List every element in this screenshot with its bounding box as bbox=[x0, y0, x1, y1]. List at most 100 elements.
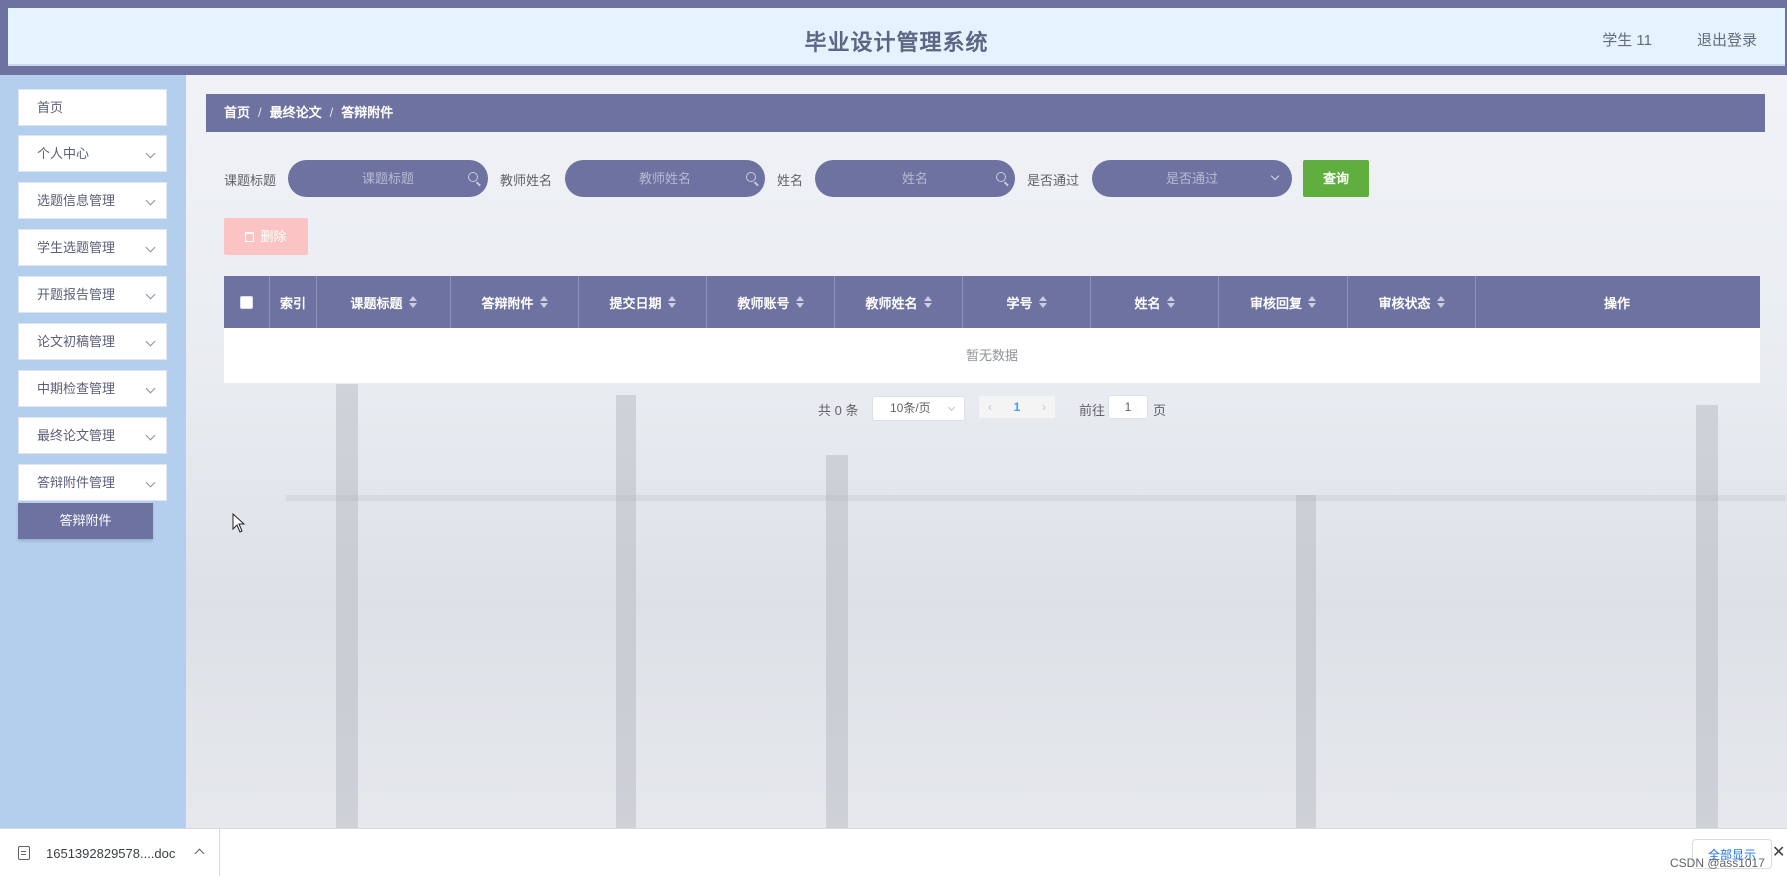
chevron-down-icon bbox=[145, 195, 156, 206]
student-name-label: 姓名 bbox=[777, 173, 804, 188]
column-header-teacher-account[interactable]: 教师账号 bbox=[707, 276, 835, 328]
student-name-input[interactable] bbox=[815, 160, 1015, 197]
sidebar-item-final-thesis[interactable]: 最终论文管理 bbox=[18, 417, 167, 454]
background-post bbox=[826, 455, 848, 828]
sidebar-item-home[interactable]: 首页 bbox=[18, 89, 167, 126]
chevron-down-icon bbox=[145, 148, 156, 159]
column-header-name[interactable]: 姓名 bbox=[1091, 276, 1219, 328]
passed-select[interactable]: 是否通过 bbox=[1092, 160, 1292, 197]
sidebar-item-proposal[interactable]: 开题报告管理 bbox=[18, 276, 167, 313]
chevron-up-icon[interactable] bbox=[194, 848, 205, 859]
download-file-name: 1651392829578....doc bbox=[46, 846, 176, 861]
close-icon[interactable]: ✕ bbox=[1772, 842, 1785, 862]
topic-title-label: 课题标题 bbox=[224, 173, 277, 188]
goto-label: 前往 bbox=[1079, 403, 1106, 418]
next-page-button[interactable]: › bbox=[1033, 396, 1055, 418]
prev-page-button[interactable]: ‹ bbox=[979, 396, 1001, 418]
breadcrumb-current: 答辩附件 bbox=[341, 105, 394, 120]
sort-icon[interactable] bbox=[1166, 296, 1175, 308]
background-post bbox=[336, 375, 358, 828]
column-header-label: 课题标题 bbox=[350, 295, 403, 311]
column-header-review-reply[interactable]: 审核回复 bbox=[1219, 276, 1348, 328]
page-size-value: 10条/页 bbox=[890, 401, 931, 415]
logout-link[interactable]: 退出登录 bbox=[1697, 29, 1757, 50]
sort-icon[interactable] bbox=[923, 296, 932, 308]
table-empty-text: 暂无数据 bbox=[224, 328, 1760, 384]
sidebar-item-label: 学生选题管理 bbox=[37, 240, 116, 255]
background-rail bbox=[286, 495, 1786, 501]
sidebar-item-defense-attachment[interactable]: 答辩附件管理 bbox=[18, 464, 167, 501]
breadcrumb-parent[interactable]: 最终论文 bbox=[270, 105, 322, 120]
background-post bbox=[616, 395, 636, 828]
sidebar-item-student-topic[interactable]: 学生选题管理 bbox=[18, 229, 167, 266]
sidebar-item-midterm[interactable]: 中期检查管理 bbox=[18, 370, 167, 407]
column-header-submit-date[interactable]: 提交日期 bbox=[579, 276, 707, 328]
column-header-label: 审核状态 bbox=[1378, 295, 1431, 311]
column-header-label: 索引 bbox=[279, 295, 306, 311]
sidebar-item-draft[interactable]: 论文初稿管理 bbox=[18, 323, 167, 360]
mouse-cursor-icon bbox=[232, 512, 246, 533]
chevron-down-icon bbox=[145, 289, 156, 300]
chevron-down-icon bbox=[145, 430, 156, 441]
page-unit-label: 页 bbox=[1153, 403, 1167, 418]
sort-icon[interactable] bbox=[667, 296, 676, 308]
page-size-select[interactable]: 10条/页 bbox=[872, 396, 965, 421]
teacher-name-input[interactable] bbox=[565, 160, 765, 197]
sidebar-item-topic-info[interactable]: 选题信息管理 bbox=[18, 182, 167, 219]
trash-icon bbox=[245, 232, 255, 242]
background-post bbox=[1696, 405, 1718, 828]
sort-icon[interactable] bbox=[1308, 296, 1316, 308]
sidebar-item-label: 开题报告管理 bbox=[37, 287, 116, 302]
sidebar-item-label: 中期检查管理 bbox=[37, 381, 116, 396]
sort-icon[interactable] bbox=[1436, 296, 1445, 308]
sort-icon[interactable] bbox=[1038, 296, 1047, 308]
sidebar-item-personal-center[interactable]: 个人中心 bbox=[18, 135, 167, 172]
column-header-attachment[interactable]: 答辩附件 bbox=[451, 276, 579, 328]
header: 毕业设计管理系统 学生 11 退出登录 bbox=[8, 8, 1785, 66]
chevron-down-icon bbox=[145, 477, 156, 488]
column-header-actions: 操作 bbox=[1476, 276, 1758, 328]
topic-title-input[interactable] bbox=[288, 160, 488, 197]
sidebar-item-label: 选题信息管理 bbox=[37, 193, 116, 208]
data-table: 索引 课题标题 答辩附件 提交日期 教师账号 教师姓名 学号 姓名 审核回复 审… bbox=[224, 276, 1760, 384]
column-header-label: 教师账号 bbox=[737, 295, 790, 311]
sidebar-item-label: 论文初稿管理 bbox=[37, 334, 116, 349]
column-header-label: 学号 bbox=[1006, 295, 1033, 311]
column-header-topic-title[interactable]: 课题标题 bbox=[317, 276, 451, 328]
goto-page-input[interactable] bbox=[1108, 395, 1148, 419]
breadcrumb-home[interactable]: 首页 bbox=[224, 105, 250, 120]
sort-icon[interactable] bbox=[795, 296, 804, 308]
sort-icon[interactable] bbox=[408, 296, 417, 308]
breadcrumb: 首页 / 最终论文 / 答辩附件 bbox=[206, 94, 1765, 132]
sort-icon[interactable] bbox=[539, 296, 548, 308]
search-icon bbox=[746, 172, 756, 182]
app-title: 毕业设计管理系统 bbox=[804, 30, 989, 55]
passed-label: 是否通过 bbox=[1027, 173, 1080, 188]
chevron-down-icon bbox=[1270, 171, 1280, 181]
sidebar-subitem-defense-attachment[interactable]: 答辩附件 bbox=[18, 503, 153, 539]
chevron-down-icon bbox=[145, 336, 156, 347]
select-all-checkbox[interactable] bbox=[240, 295, 253, 309]
sidebar: 首页 个人中心 选题信息管理 学生选题管理 开题报告管理 论文初稿管理 中期检查… bbox=[0, 75, 186, 828]
query-button[interactable]: 查询 bbox=[1303, 160, 1369, 197]
column-header-label: 审核回复 bbox=[1249, 295, 1302, 311]
column-header-student-id[interactable]: 学号 bbox=[963, 276, 1091, 328]
page-number-button[interactable]: 1 bbox=[1001, 396, 1033, 418]
download-item[interactable]: 1651392829578....doc bbox=[0, 829, 220, 876]
column-header-label: 提交日期 bbox=[609, 295, 662, 311]
column-header-review-status[interactable]: 审核状态 bbox=[1348, 276, 1476, 328]
chevron-down-icon bbox=[145, 242, 156, 253]
select-all-cell bbox=[224, 276, 270, 328]
sidebar-item-label: 个人中心 bbox=[37, 146, 90, 161]
search-icon bbox=[996, 172, 1006, 182]
main-content: 首页/最终论文/答辩附件 课题标题 教师姓名 姓名 是否通过 是否通过 查询 删… bbox=[186, 75, 1787, 828]
delete-button[interactable]: 删除 bbox=[224, 218, 308, 255]
watermark-text: CSDN @ass1017 bbox=[1670, 856, 1765, 870]
chevron-down-icon bbox=[145, 383, 156, 394]
chevron-down-icon bbox=[947, 403, 956, 412]
column-header-label: 操作 bbox=[1603, 295, 1630, 311]
column-header-teacher-name[interactable]: 教师姓名 bbox=[835, 276, 963, 328]
column-header-label: 姓名 bbox=[1134, 295, 1161, 311]
sidebar-item-label: 答辩附件管理 bbox=[37, 475, 116, 490]
passed-select-placeholder: 是否通过 bbox=[1165, 171, 1218, 186]
